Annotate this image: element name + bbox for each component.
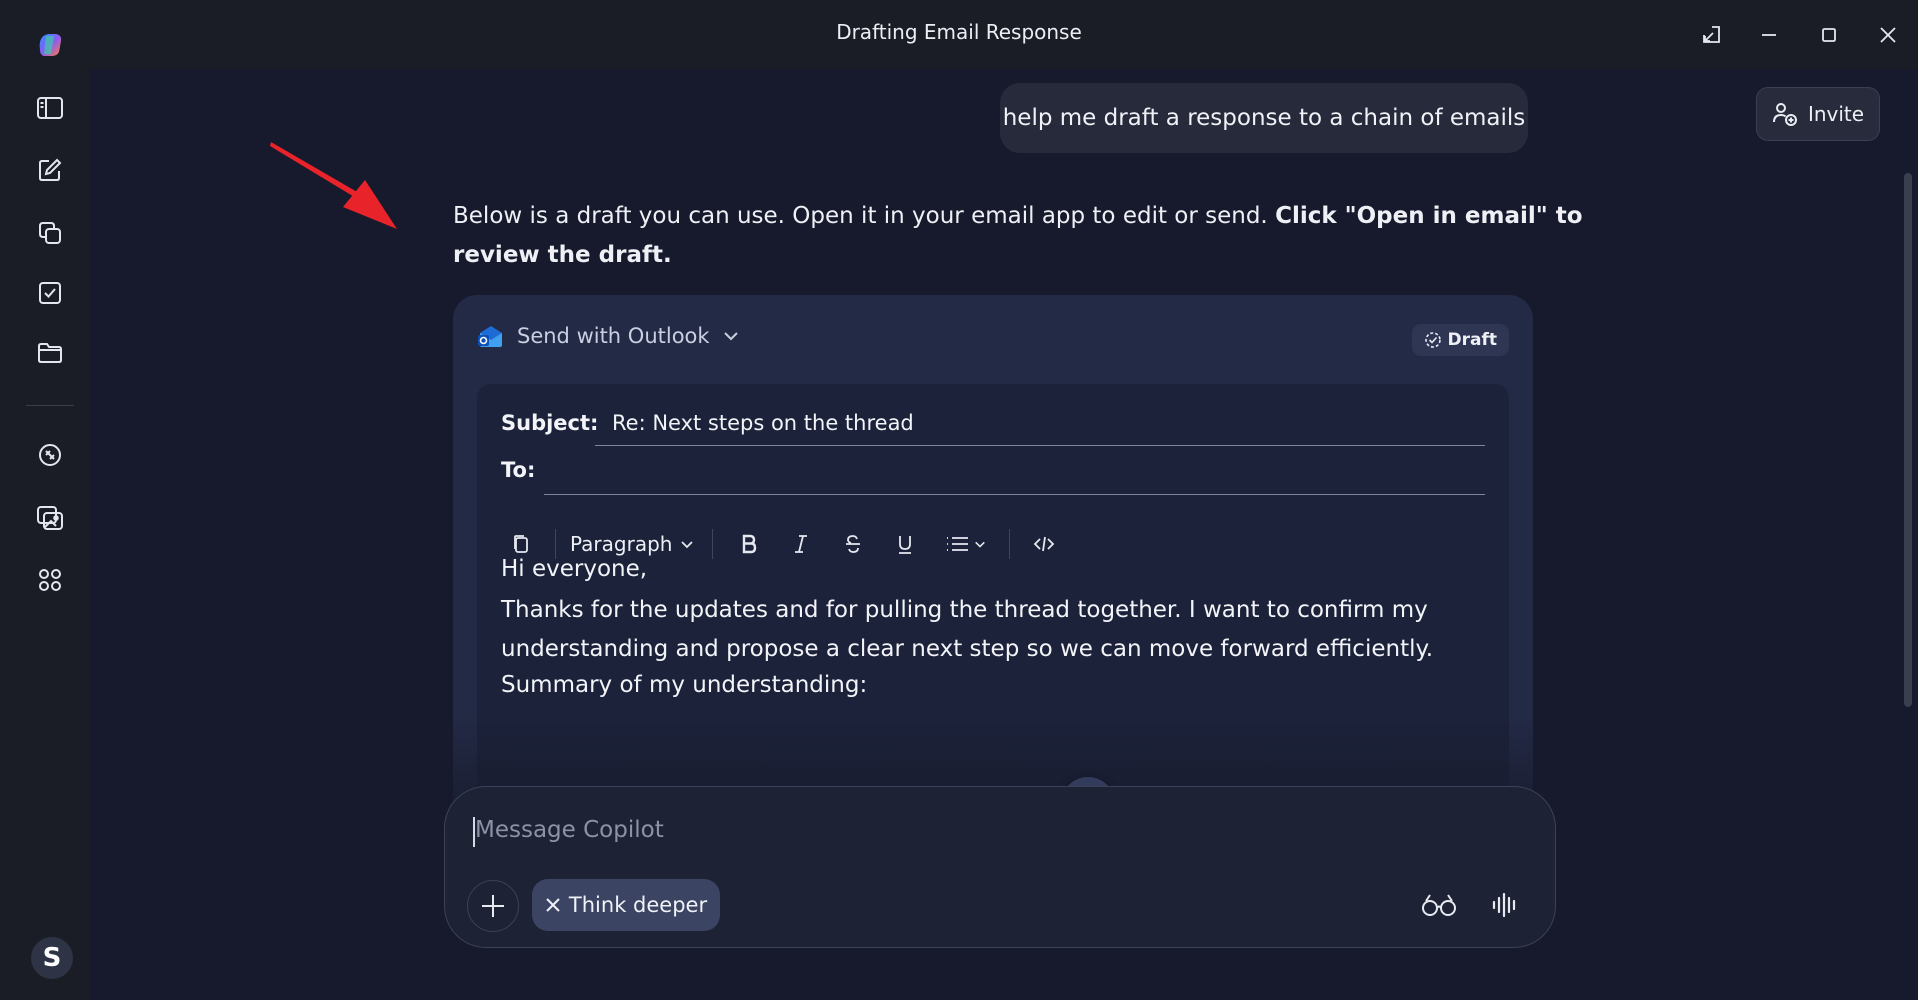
send-with-outlook-dropdown[interactable]: Send with Outlook — [477, 323, 740, 349]
pop-out-icon — [1703, 26, 1720, 43]
pages-button[interactable] — [29, 212, 71, 254]
message-composer: Think deeper — [444, 786, 1556, 948]
message-input[interactable] — [473, 809, 1377, 851]
chevron-down-icon — [975, 541, 986, 548]
apps-button[interactable] — [29, 559, 71, 601]
discover-button[interactable] — [29, 434, 71, 476]
minimize-icon — [1762, 34, 1776, 36]
images-icon — [37, 506, 63, 530]
title-bar: Drafting Email Response — [0, 0, 1918, 69]
add-people-icon — [1772, 103, 1797, 126]
scrollbar[interactable] — [1904, 173, 1912, 707]
body-paragraph[interactable]: Thanks for the updates and for pulling t… — [501, 591, 1461, 669]
avatar[interactable]: S — [31, 937, 73, 979]
vision-button[interactable] — [1417, 883, 1461, 927]
tasks-icon — [39, 282, 61, 304]
voice-button[interactable] — [1483, 883, 1527, 927]
glasses-icon — [1422, 894, 1456, 916]
red-annotation-arrow — [270, 142, 397, 229]
assistant-reply: Below is a draft you can use. Open it in… — [453, 197, 1583, 275]
window-title: Drafting Email Response — [836, 20, 1082, 44]
draft-badge-label: Draft — [1447, 330, 1498, 350]
body-greeting[interactable]: Hi everyone, — [501, 550, 1461, 589]
think-deeper-label: Think deeper — [568, 893, 708, 917]
close-icon — [1880, 27, 1896, 43]
sidebar-toggle-button[interactable] — [29, 87, 71, 129]
folders-button[interactable] — [29, 332, 71, 374]
pages-icon — [39, 222, 61, 244]
discover-icon — [39, 444, 61, 466]
body-summary-heading[interactable]: Summary of my understanding: — [501, 666, 1461, 705]
sidebar-divider — [26, 405, 74, 406]
new-chat-icon — [39, 158, 62, 181]
plus-icon — [482, 895, 504, 917]
send-with-label: Send with Outlook — [517, 324, 710, 348]
new-chat-button[interactable] — [29, 149, 71, 191]
attach-button[interactable] — [467, 880, 519, 932]
subject-label: Subject: — [501, 411, 599, 435]
pop-out-button[interactable] — [1694, 18, 1728, 52]
think-deeper-chip[interactable]: Think deeper — [532, 879, 720, 931]
tasks-button[interactable] — [29, 272, 71, 314]
apps-icon — [39, 569, 61, 591]
folder-icon — [38, 343, 62, 363]
to-field[interactable] — [544, 494, 1485, 495]
sidebar: S — [0, 69, 89, 1000]
to-label: To: — [501, 458, 536, 482]
outlook-icon — [478, 326, 502, 347]
subject-field[interactable]: Re: Next steps on the thread — [612, 411, 914, 435]
close-icon — [546, 898, 560, 912]
maximize-icon — [1822, 28, 1836, 42]
voice-waveform-icon — [1492, 892, 1516, 918]
minimize-button[interactable] — [1752, 18, 1786, 52]
close-button[interactable] — [1871, 18, 1905, 52]
invite-label: Invite — [1807, 102, 1865, 126]
user-message: help me draft a response to a chain of e… — [1000, 83, 1528, 153]
invite-button[interactable]: Invite — [1756, 87, 1880, 141]
dashed-check-icon — [1424, 332, 1441, 348]
images-button[interactable] — [29, 497, 71, 539]
maximize-button[interactable] — [1812, 18, 1846, 52]
sidebar-panel-icon — [37, 97, 63, 119]
chevron-down-icon — [723, 332, 738, 341]
subject-underline — [595, 445, 1485, 446]
chevron-down-icon — [681, 541, 694, 549]
reply-intro: Below is a draft you can use. Open it in… — [453, 203, 1276, 229]
draft-status-badge: Draft — [1411, 324, 1509, 356]
